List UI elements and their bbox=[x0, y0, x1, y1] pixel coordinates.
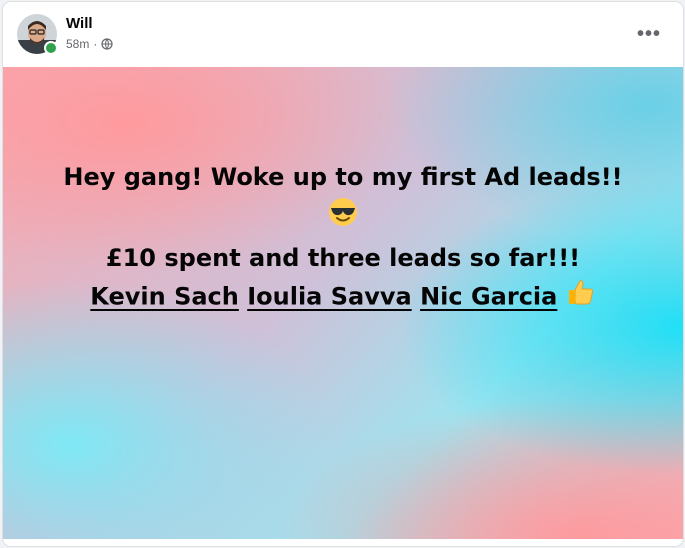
post-footer-edge bbox=[3, 539, 683, 546]
mention-kevin-sach[interactable]: Kevin Sach bbox=[90, 283, 239, 311]
meta-separator: · bbox=[93, 37, 98, 51]
emoji-line bbox=[3, 196, 683, 239]
thumbs-up-emoji bbox=[566, 277, 596, 318]
post-text-line-3: £10 spent and three leads so far!!! bbox=[105, 244, 581, 272]
post-text-line-1: Hey gang! Woke up to my first Ad leads!! bbox=[63, 163, 623, 191]
post-body: Hey gang! Woke up to my first Ad leads!!… bbox=[3, 158, 683, 318]
more-options-button[interactable]: ••• bbox=[631, 16, 667, 52]
mentions-line: Kevin Sach Ioulia Savva Nic Garcia bbox=[3, 277, 683, 318]
mention-nic-garcia[interactable]: Nic Garcia bbox=[420, 283, 557, 311]
post-card: Will 58m · ••• Hey gang! Woke up to my f… bbox=[3, 2, 683, 546]
post-timestamp[interactable]: 58m bbox=[66, 37, 89, 51]
online-status-dot bbox=[44, 41, 58, 55]
author-avatar[interactable] bbox=[17, 14, 58, 55]
author-name[interactable]: Will bbox=[66, 15, 93, 32]
post-header: Will 58m · ••• bbox=[3, 2, 683, 66]
smiling-face-with-sunglasses-emoji bbox=[327, 196, 359, 239]
post-meta: 58m · bbox=[66, 37, 113, 51]
mention-ioulia-savva[interactable]: Ioulia Savva bbox=[247, 283, 411, 311]
more-icon: ••• bbox=[636, 22, 661, 45]
globe-icon[interactable] bbox=[101, 38, 113, 50]
